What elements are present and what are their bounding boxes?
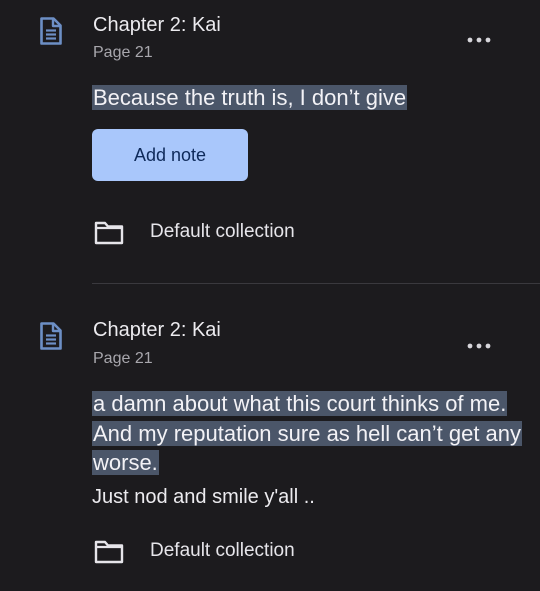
document-icon — [38, 321, 64, 351]
collection-label: Default collection — [150, 540, 295, 561]
document-icon — [38, 16, 64, 46]
more-options-button[interactable] — [461, 29, 497, 49]
collection-link[interactable]: Default collection — [94, 538, 295, 564]
highlighted-passage: Because the truth is, I don’t give — [92, 83, 522, 113]
user-note-text: Just nod and smile y'all .. — [92, 486, 315, 508]
more-options-button[interactable] — [461, 335, 497, 355]
more-horizontal-icon — [467, 336, 491, 354]
highlight-text: Because the truth is, I don’t give — [92, 85, 408, 110]
page-number: Page 21 — [93, 350, 153, 367]
folder-icon — [94, 538, 124, 564]
more-horizontal-icon — [467, 30, 491, 48]
note-card: Chapter 2: Kai Page 21 Because the truth… — [0, 0, 540, 284]
highlight-text: a damn about what this court thinks of m… — [92, 391, 523, 475]
add-note-button[interactable]: Add note — [92, 129, 248, 181]
divider — [92, 283, 540, 284]
page-number: Page 21 — [93, 44, 153, 61]
highlighted-passage: a damn about what this court thinks of m… — [92, 389, 523, 478]
folder-icon — [94, 219, 124, 245]
chapter-title: Chapter 2: Kai — [93, 319, 221, 341]
collection-link[interactable]: Default collection — [94, 219, 295, 245]
note-card: Chapter 2: Kai Page 21 a damn about what… — [0, 285, 540, 591]
collection-label: Default collection — [150, 221, 295, 242]
chapter-title: Chapter 2: Kai — [93, 14, 221, 36]
